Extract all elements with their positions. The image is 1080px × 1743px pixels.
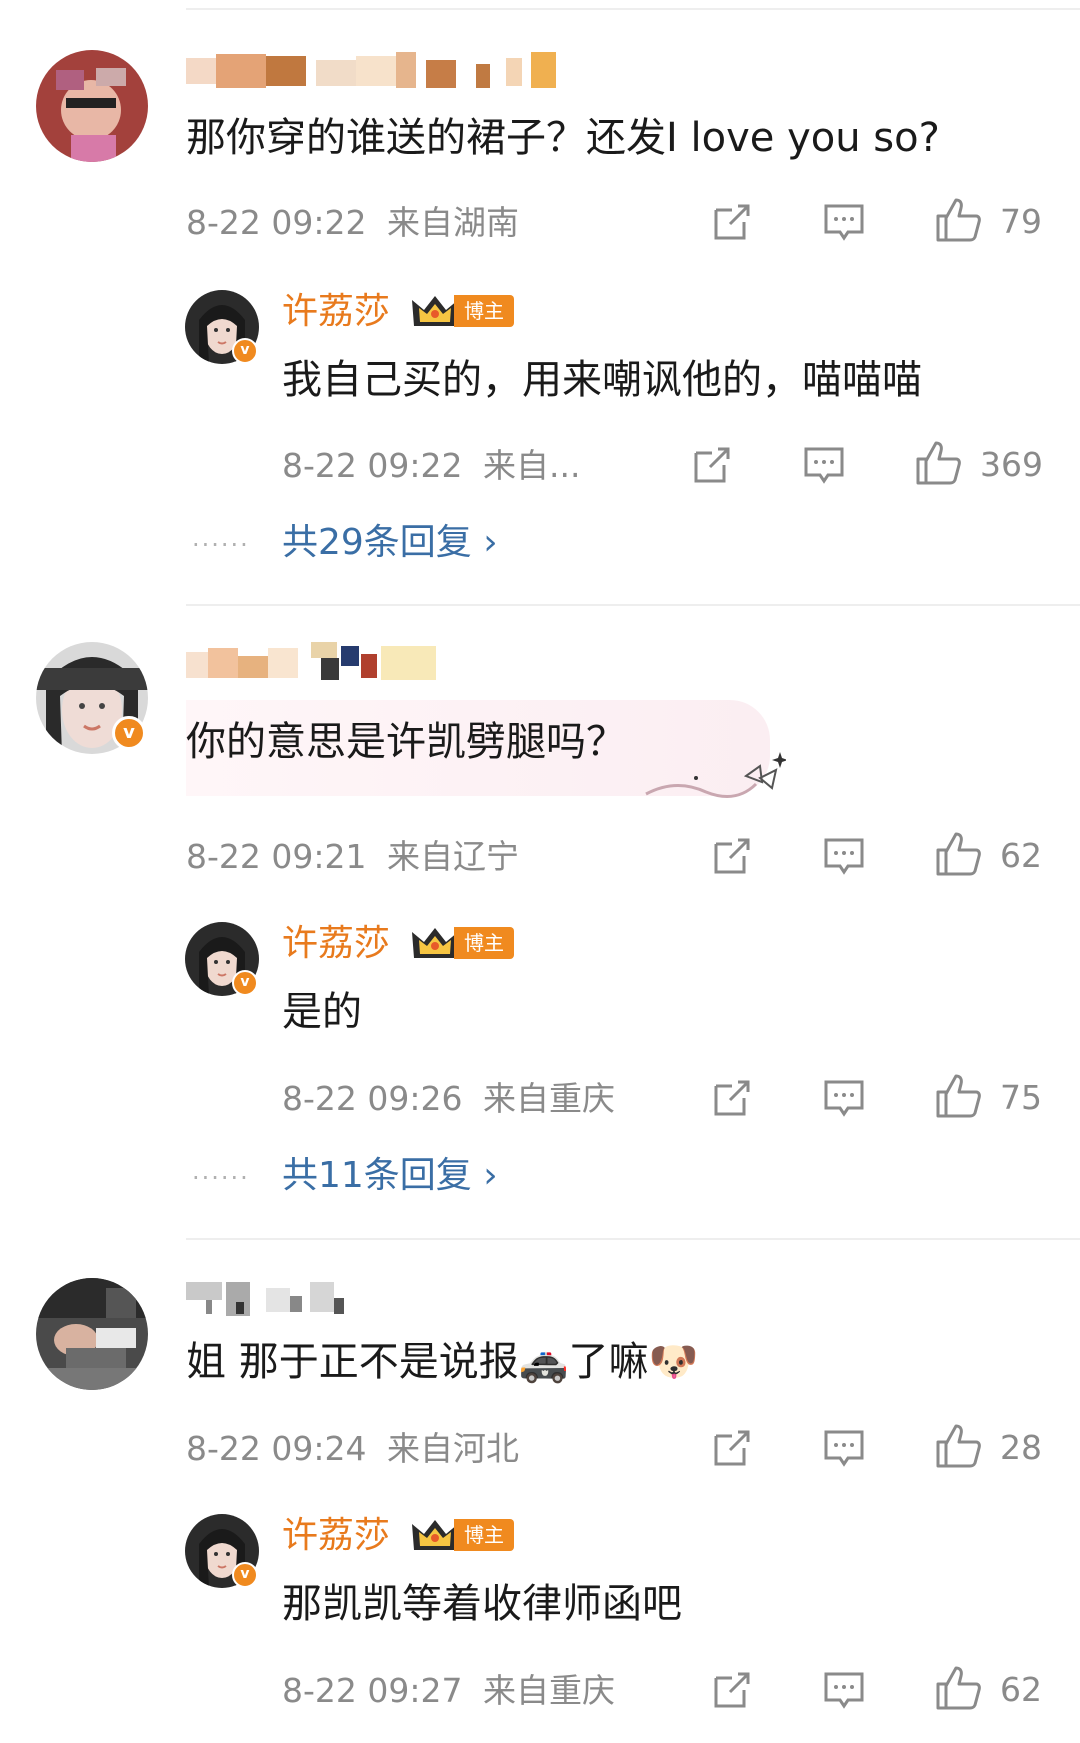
comment-text: 那你穿的谁送的裙子？还发I love you so? — [186, 115, 940, 161]
like-count: 79 — [1000, 202, 1042, 241]
comment-icon[interactable] — [822, 1426, 866, 1470]
commenter-name-blurred[interactable] — [186, 50, 556, 90]
like-count: 62 — [1000, 1670, 1042, 1709]
comment-text: 你的意思是许凯劈腿吗？ — [186, 719, 626, 765]
reply-time: 8-22 09:26 — [282, 1079, 463, 1118]
comment-meta: 8-22 09:24 来自河北 — [186, 1428, 519, 1470]
reply-meta: 8-22 09:27 来自重庆 — [282, 1670, 615, 1712]
like-count: 62 — [1000, 836, 1042, 875]
blogger-tag: 博主 — [454, 1519, 514, 1551]
comment-icon[interactable] — [822, 200, 866, 244]
verified-badge: v — [232, 970, 258, 996]
blogger-badge: 博主 — [410, 292, 514, 330]
more-replies-link[interactable]: 共29条回复 › — [282, 521, 498, 565]
share-icon[interactable] — [710, 200, 754, 244]
comment-text: 姐 那于正不是说报🚓了嘛🐶 — [186, 1339, 699, 1385]
divider — [186, 1238, 1080, 1240]
crown-icon — [412, 296, 458, 326]
comment-location: 来自辽宁 — [387, 837, 519, 876]
verified-badge: v — [112, 716, 146, 750]
like-icon[interactable] — [934, 1664, 982, 1712]
share-icon[interactable] — [710, 1426, 754, 1470]
reply-time: 8-22 09:22 — [282, 446, 463, 485]
reply-location: 来自重庆 — [483, 1671, 615, 1710]
comment-feed: 那你穿的谁送的裙子？还发I love you so? 8-22 09:22 来自… — [0, 0, 1080, 1743]
like-icon[interactable] — [914, 439, 962, 487]
share-icon[interactable] — [710, 834, 754, 878]
blogger-badge: 博主 — [410, 924, 514, 962]
reply-location: 来自重庆 — [483, 1079, 615, 1118]
comment-icon[interactable] — [822, 1076, 866, 1120]
like-icon[interactable] — [934, 196, 982, 244]
comment-location: 来自河北 — [387, 1429, 519, 1468]
verified-badge: v — [232, 1562, 258, 1588]
divider — [186, 604, 1080, 606]
crown-icon — [412, 1520, 458, 1550]
comment-location: 来自湖南 — [387, 203, 519, 242]
comment-icon[interactable] — [822, 1668, 866, 1712]
comment-time: 8-22 09:22 — [186, 203, 367, 242]
reply-meta: 8-22 09:26 来自重庆 — [282, 1078, 615, 1120]
reply-author-name[interactable]: 许荔莎 — [282, 290, 390, 334]
like-count: 369 — [980, 445, 1043, 484]
commenter-name-blurred[interactable] — [186, 642, 436, 682]
like-icon[interactable] — [934, 830, 982, 878]
comment-meta: 8-22 09:21 来自辽宁 — [186, 836, 519, 878]
reply-meta: 8-22 09:22 来自... — [282, 445, 580, 487]
commenter-name-blurred[interactable] — [186, 1278, 356, 1318]
commenter-avatar[interactable] — [36, 1278, 148, 1390]
comment-icon[interactable] — [822, 834, 866, 878]
more-replies-dots: ······ — [192, 531, 250, 559]
reply-text: 是的 — [282, 989, 362, 1035]
like-icon[interactable] — [934, 1422, 982, 1470]
comment-meta: 8-22 09:22 来自湖南 — [186, 202, 519, 244]
like-count: 75 — [1000, 1078, 1042, 1117]
share-icon[interactable] — [690, 443, 734, 487]
more-replies-link[interactable]: 共11条回复 › — [282, 1154, 498, 1198]
ribbon-decoration-icon — [645, 752, 786, 798]
commenter-avatar[interactable] — [36, 50, 148, 162]
reply-author-name[interactable]: 许荔莎 — [282, 1514, 390, 1558]
share-icon[interactable] — [710, 1076, 754, 1120]
comment-icon[interactable] — [802, 443, 846, 487]
reply-location: 来自... — [483, 446, 581, 485]
comment-time: 8-22 09:21 — [186, 837, 367, 876]
comment-time: 8-22 09:24 — [186, 1429, 367, 1468]
reply-text: 我自己买的，用来嘲讽他的，喵喵喵 — [282, 357, 922, 403]
reply-time: 8-22 09:27 — [282, 1671, 463, 1710]
more-replies-dots: ······ — [192, 1164, 250, 1192]
like-count: 28 — [1000, 1428, 1042, 1467]
blogger-badge: 博主 — [410, 1516, 514, 1554]
share-icon[interactable] — [710, 1668, 754, 1712]
verified-badge: v — [232, 338, 258, 364]
crown-icon — [412, 928, 458, 958]
reply-author-name[interactable]: 许荔莎 — [282, 922, 390, 966]
like-icon[interactable] — [934, 1072, 982, 1120]
divider — [186, 8, 1080, 10]
blogger-tag: 博主 — [454, 927, 514, 959]
reply-text: 那凯凯等着收律师函吧 — [282, 1581, 682, 1627]
blogger-tag: 博主 — [454, 295, 514, 327]
